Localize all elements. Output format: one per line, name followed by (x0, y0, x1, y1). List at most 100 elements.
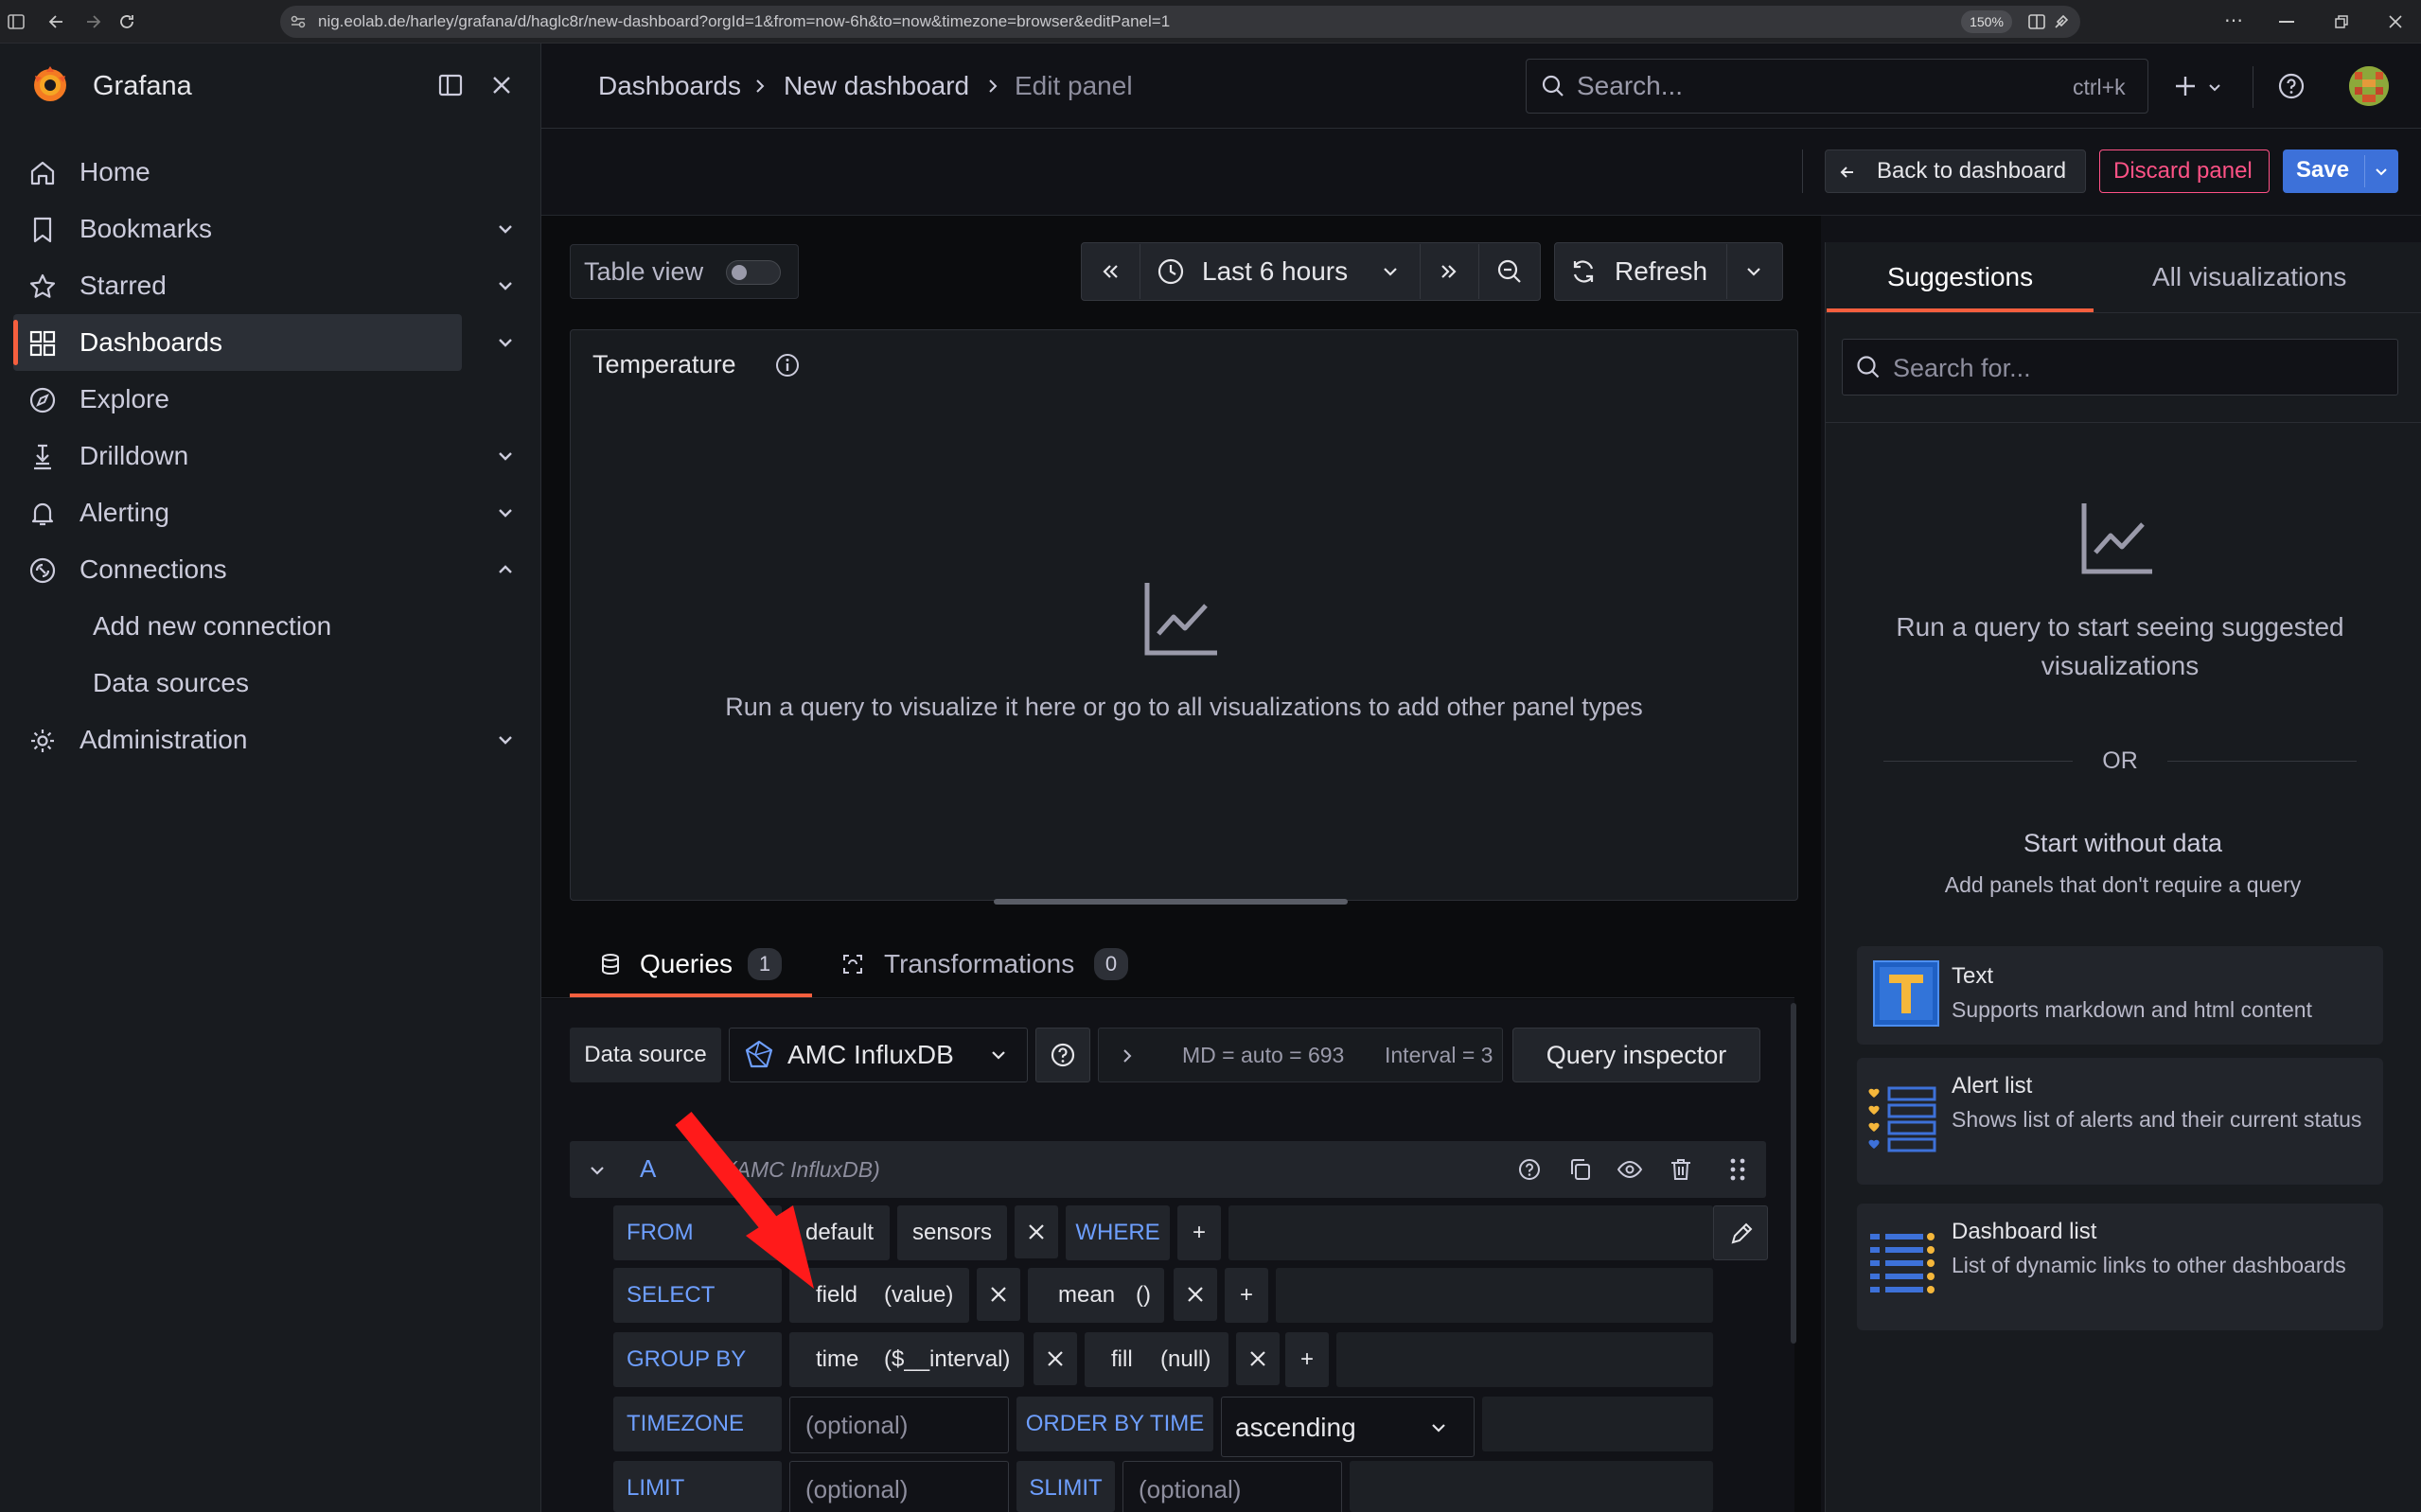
dock-menu-icon[interactable] (437, 72, 464, 98)
viz-card-text[interactable]: Text Supports markdown and html content (1857, 946, 2383, 1045)
editor-scrollbar[interactable] (1791, 1003, 1796, 1344)
tab-all-visualizations[interactable]: All visualizations (2152, 261, 2346, 293)
orderby-keyword: ORDER BY TIME (1016, 1397, 1213, 1451)
sidebar-item-data-sources[interactable]: Data sources (13, 655, 462, 712)
shift-back-icon[interactable] (1098, 259, 1122, 284)
remove-measurement-button[interactable] (1015, 1205, 1058, 1258)
grafana-logo[interactable] (28, 62, 72, 106)
sidebar-item-administration[interactable]: Administration (13, 712, 462, 768)
query-inspector-button[interactable]: Query inspector (1512, 1028, 1760, 1082)
sidebar-item-dashboards[interactable]: Dashboards (13, 314, 462, 371)
sidebar-item-add-new-connection[interactable]: Add new connection (13, 598, 462, 655)
shift-forward-icon[interactable] (1437, 259, 1461, 284)
plus-icon[interactable] (2173, 74, 2198, 98)
back-icon[interactable] (47, 12, 66, 31)
remove-function-button[interactable] (1174, 1268, 1217, 1321)
close-menu-icon[interactable] (490, 74, 513, 97)
edit-raw-query-button[interactable] (1713, 1205, 1768, 1260)
panel-resize-handle[interactable] (994, 899, 1348, 905)
tab-queries[interactable]: Queries (640, 948, 733, 980)
trash-icon[interactable] (1668, 1156, 1694, 1183)
refresh-button[interactable]: Refresh (1615, 255, 1707, 288)
toggle-switch[interactable] (726, 260, 781, 285)
chevron-down-icon[interactable] (494, 218, 517, 240)
sidebar-item-explore[interactable]: Explore (13, 371, 462, 428)
time-range-label[interactable]: Last 6 hours (1202, 255, 1348, 288)
forward-icon[interactable] (83, 12, 102, 31)
zoom-out-icon[interactable] (1495, 257, 1524, 286)
duplicate-icon[interactable] (1567, 1156, 1594, 1183)
datasource-name: AMC InfluxDB (787, 1040, 954, 1069)
group-fill-segment[interactable]: fill (null) (1085, 1332, 1228, 1387)
extension-icon[interactable] (2052, 12, 2071, 31)
avatar[interactable] (2349, 66, 2389, 106)
order-by-select[interactable]: ascending (1221, 1397, 1475, 1457)
sidebar-item-home[interactable]: Home (13, 144, 462, 201)
remove-group-time-button[interactable] (1034, 1332, 1077, 1385)
query-options[interactable]: MD = auto = 693 Interval = 3 (1098, 1028, 1503, 1082)
chevron-down-icon[interactable] (1743, 261, 1764, 282)
chevron-down-icon[interactable] (988, 1045, 1009, 1065)
viz-card-alert-list[interactable]: Alert list Shows list of alerts and thei… (1857, 1058, 2383, 1185)
sidebar-toggle-icon[interactable] (8, 13, 25, 30)
sidebar-item-bookmarks[interactable]: Bookmarks (13, 201, 462, 257)
discard-panel-button[interactable]: Discard panel (2099, 149, 2270, 193)
window-close-icon[interactable] (2387, 13, 2404, 30)
add-select-button[interactable]: + (1225, 1268, 1268, 1323)
viz-card-dashboard-list[interactable]: Dashboard list List of dynamic links to … (1857, 1204, 2383, 1330)
back-to-dashboard-button[interactable]: Back to dashboard (1825, 149, 2086, 193)
url-text[interactable]: nig.eolab.de/harley/grafana/d/haglc8r/ne… (318, 9, 1170, 34)
breadcrumb-new-dashboard[interactable]: New dashboard (784, 70, 969, 102)
reload-icon[interactable] (117, 12, 136, 31)
zoom-badge[interactable]: 150% (1961, 10, 2012, 33)
info-icon[interactable] (774, 352, 801, 378)
help-icon[interactable] (2277, 72, 2306, 100)
query-ref-id[interactable]: A (640, 1152, 656, 1185)
tab-transformations[interactable]: Transformations (884, 948, 1074, 980)
timezone-input[interactable]: (optional) (789, 1397, 1009, 1453)
drag-handle-icon[interactable] (1726, 1156, 1749, 1183)
chevron-down-icon[interactable] (494, 729, 517, 751)
panel-title[interactable]: Temperature (592, 348, 736, 380)
group-time-segment[interactable]: time ($__interval) (789, 1332, 1024, 1387)
restore-icon[interactable] (2334, 14, 2349, 29)
minimize-icon[interactable] (2279, 21, 2294, 23)
from-measurement-segment[interactable]: sensors (897, 1205, 1007, 1260)
reader-icon[interactable] (2027, 12, 2046, 31)
row-filler (1350, 1461, 1713, 1512)
refresh-icon[interactable] (1569, 257, 1598, 286)
tab-suggestions[interactable]: Suggestions (1887, 261, 2033, 293)
limit-input[interactable]: (optional) (789, 1461, 1009, 1512)
chevron-down-icon[interactable] (494, 331, 517, 354)
slimit-input[interactable]: (optional) (1122, 1461, 1342, 1512)
table-view-toggle[interactable]: Table view (570, 244, 799, 299)
sidebar-item-starred[interactable]: Starred (13, 257, 462, 314)
breadcrumb-dashboards[interactable]: Dashboards (598, 70, 741, 102)
select-function-segment[interactable]: mean () (1028, 1268, 1164, 1323)
chevron-down-icon[interactable] (494, 501, 517, 524)
add-groupby-button[interactable]: + (1285, 1332, 1329, 1387)
add-where-button[interactable]: + (1177, 1205, 1221, 1260)
sidebar-item-alerting[interactable]: Alerting (13, 484, 462, 541)
limit-keyword: LIMIT (613, 1461, 782, 1512)
sidebar-item-connections[interactable]: Connections (13, 541, 462, 598)
chevron-down-icon[interactable] (494, 445, 517, 467)
remove-field-button[interactable] (977, 1268, 1020, 1321)
chevron-down-icon[interactable] (1380, 261, 1401, 282)
collapse-chevron-icon[interactable] (587, 1160, 608, 1181)
browser-menu-icon[interactable]: ⋯ (2224, 11, 2243, 30)
eye-icon[interactable] (1617, 1156, 1643, 1183)
help-icon[interactable] (1516, 1156, 1543, 1183)
chevron-up-icon[interactable] (494, 558, 517, 581)
sidebar-item-drilldown[interactable]: Drilldown (13, 428, 462, 484)
row-filler (1336, 1332, 1713, 1387)
save-button[interactable]: Save (2283, 149, 2398, 193)
divider (2167, 761, 2357, 762)
chevron-down-icon[interactable] (2372, 162, 2391, 181)
site-info-icon[interactable] (290, 13, 307, 30)
save-label: Save (2296, 157, 2350, 183)
remove-group-fill-button[interactable] (1236, 1332, 1280, 1385)
chevron-down-icon[interactable] (2205, 78, 2224, 97)
chevron-down-icon[interactable] (494, 274, 517, 297)
sidebar-item-label: Starred (80, 271, 167, 300)
